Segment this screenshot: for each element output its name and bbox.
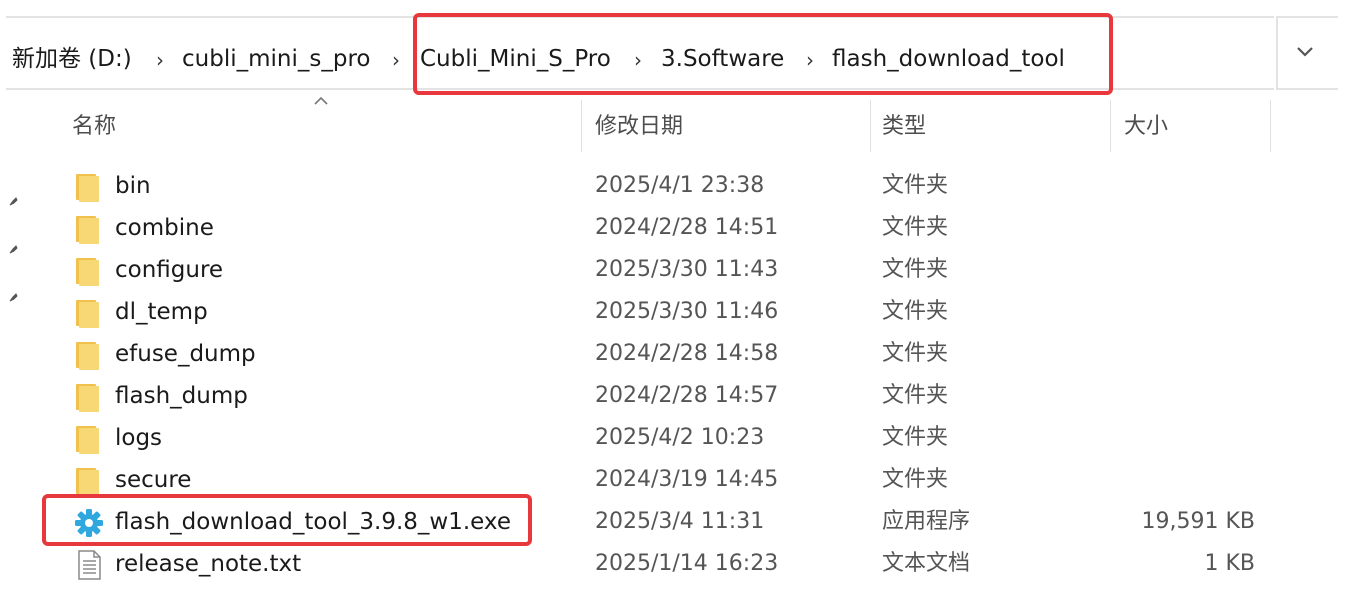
column-divider[interactable]	[1110, 100, 1111, 152]
list-item[interactable]: combine 2024/2/28 14:51 文件夹	[40, 207, 1270, 249]
list-item[interactable]: flash_dump 2024/2/28 14:57 文件夹	[40, 375, 1270, 417]
folder-icon	[76, 174, 99, 202]
folder-icon	[76, 216, 99, 244]
file-name[interactable]: secure	[115, 464, 191, 496]
caret-up-icon	[314, 96, 328, 105]
pin-icon[interactable]	[7, 292, 19, 304]
file-date: 2025/3/30 11:46	[595, 299, 779, 324]
list-item[interactable]: release_note.txt 2025/1/14 16:23 文本文档 1 …	[40, 543, 1270, 585]
file-type: 文件夹	[882, 299, 949, 324]
file-date: 2025/4/2 10:23	[595, 425, 765, 450]
text-file-icon	[78, 550, 101, 580]
address-history-dropdown[interactable]	[1276, 16, 1338, 90]
file-size: 1 KB	[1204, 551, 1255, 576]
file-name[interactable]: configure	[115, 254, 223, 286]
file-name[interactable]: bin	[115, 170, 151, 202]
column-header-date[interactable]: 修改日期	[595, 112, 683, 142]
list-item[interactable]: dl_temp 2025/3/30 11:46 文件夹	[40, 291, 1270, 333]
folder-icon	[76, 342, 99, 370]
breadcrumb-drive[interactable]: 新加卷 (D:)	[12, 44, 132, 74]
file-date: 2024/2/28 14:51	[595, 215, 779, 240]
file-type: 应用程序	[882, 509, 971, 534]
list-item[interactable]: configure 2025/3/30 11:43 文件夹	[40, 249, 1270, 291]
file-name[interactable]: efuse_dump	[115, 338, 256, 370]
list-item[interactable]: bin 2025/4/1 23:38 文件夹	[40, 165, 1270, 207]
file-type: 文件夹	[882, 173, 949, 198]
folder-icon	[76, 468, 99, 496]
file-name[interactable]: combine	[115, 212, 214, 244]
highlight-box-path	[413, 13, 1113, 95]
file-name[interactable]: dl_temp	[115, 296, 208, 328]
file-type: 文件夹	[882, 467, 949, 492]
file-type: 文本文档	[882, 551, 971, 576]
breadcrumb-cubli-mini-s-pro[interactable]: cubli_mini_s_pro	[182, 44, 370, 74]
chevron-right-icon[interactable]: ›	[392, 46, 400, 74]
chevron-right-icon[interactable]: ›	[156, 46, 164, 74]
file-date: 2025/3/4 11:31	[595, 509, 765, 534]
folder-icon	[76, 384, 99, 412]
file-name[interactable]: release_note.txt	[115, 548, 301, 580]
file-date: 2025/4/1 23:38	[595, 173, 765, 198]
file-type: 文件夹	[882, 383, 949, 408]
file-date: 2024/3/19 14:45	[595, 467, 779, 492]
column-divider[interactable]	[870, 100, 871, 152]
file-type: 文件夹	[882, 341, 949, 366]
file-name[interactable]: logs	[115, 422, 162, 454]
file-date: 2025/1/14 16:23	[595, 551, 779, 576]
column-divider[interactable]	[581, 100, 582, 152]
column-divider[interactable]	[1270, 100, 1271, 152]
file-date: 2024/2/28 14:58	[595, 341, 779, 366]
list-item[interactable]: efuse_dump 2024/2/28 14:58 文件夹	[40, 333, 1270, 375]
file-type: 文件夹	[882, 257, 949, 282]
column-header-type[interactable]: 类型	[882, 112, 926, 142]
highlight-box-exe	[42, 494, 532, 546]
file-date: 2025/3/30 11:43	[595, 257, 779, 282]
folder-icon	[76, 426, 99, 454]
file-date: 2024/2/28 14:57	[595, 383, 779, 408]
list-item[interactable]: logs 2025/4/2 10:23 文件夹	[40, 417, 1270, 459]
pin-icon[interactable]	[7, 196, 19, 208]
pin-icon[interactable]	[7, 244, 19, 256]
column-header-name[interactable]: 名称	[72, 112, 116, 142]
file-size: 19,591 KB	[1141, 509, 1256, 534]
folder-icon	[76, 300, 99, 328]
chevron-down-icon	[1297, 47, 1313, 57]
file-type: 文件夹	[882, 215, 949, 240]
file-name[interactable]: flash_dump	[115, 380, 248, 412]
folder-icon	[76, 258, 99, 286]
file-type: 文件夹	[882, 425, 949, 450]
column-header-size[interactable]: 大小	[1124, 112, 1168, 142]
